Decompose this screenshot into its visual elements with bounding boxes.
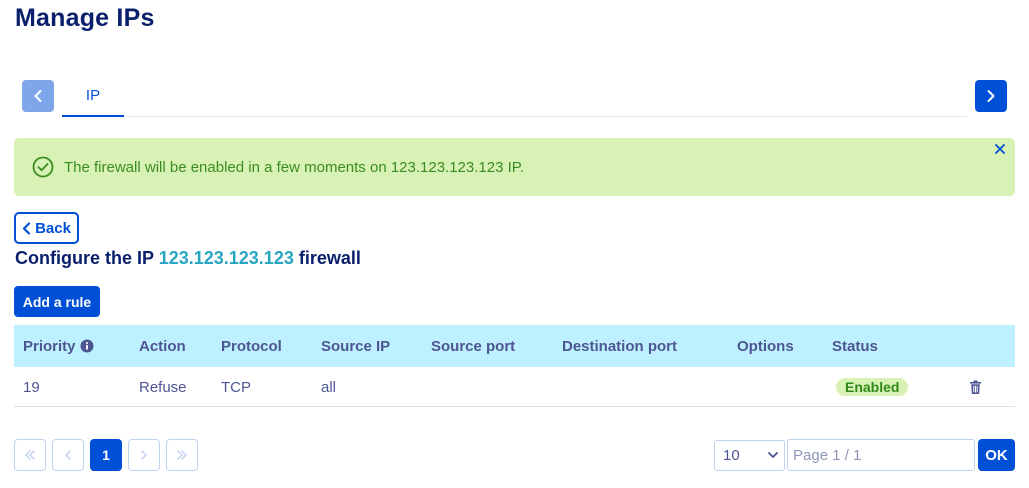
cell-action: Refuse: [139, 378, 187, 396]
section-title-suffix: firewall: [298, 248, 361, 268]
double-chevron-right-icon: [176, 449, 188, 461]
prev-page-button[interactable]: [52, 439, 84, 471]
column-source-ip[interactable]: Source IP: [321, 325, 390, 367]
section-title: Configure the IP 123.123.123.123 firewal…: [15, 248, 361, 269]
column-priority[interactable]: Priority: [23, 325, 94, 367]
chevron-right-icon: [138, 449, 150, 461]
firewall-rules-table: Priority Action Protocol Source IP Sourc…: [14, 325, 1015, 407]
column-action[interactable]: Action: [139, 325, 186, 367]
page-number-input[interactable]: Page 1 / 1: [787, 439, 975, 471]
chevron-left-icon: [33, 89, 43, 103]
page-title: Manage IPs: [15, 4, 155, 32]
trash-icon: [969, 380, 982, 395]
cell-status: Enabled: [836, 367, 909, 407]
section-title-ip: 123.123.123.123: [158, 248, 294, 268]
column-destination-port[interactable]: Destination port: [562, 325, 677, 367]
chevron-left-icon: [62, 449, 74, 461]
page-size-value: 10: [723, 447, 740, 464]
add-rule-button[interactable]: Add a rule: [14, 286, 100, 317]
column-options[interactable]: Options: [737, 325, 794, 367]
chevron-right-icon: [986, 89, 996, 103]
tab-scroll-prev-button[interactable]: [22, 80, 54, 112]
page-size-select[interactable]: 10: [714, 440, 785, 471]
info-icon[interactable]: [80, 339, 94, 353]
back-button[interactable]: Back: [14, 212, 79, 244]
cell-priority: 19: [23, 378, 40, 396]
tab-divider: [62, 116, 967, 117]
double-chevron-left-icon: [24, 449, 36, 461]
section-title-prefix: Configure the IP: [15, 248, 154, 268]
first-page-button[interactable]: [14, 439, 46, 471]
column-protocol[interactable]: Protocol: [221, 325, 282, 367]
check-circle-icon: [32, 156, 54, 178]
tab-bar: IP: [0, 80, 1029, 120]
column-priority-label: Priority: [23, 337, 76, 355]
chevron-down-icon: [768, 451, 778, 459]
success-alert: The firewall will be enabled in a few mo…: [14, 138, 1015, 196]
tab-scroll-next-button[interactable]: [975, 80, 1007, 112]
table-row: 19 Refuse TCP all Enabled: [14, 367, 1015, 407]
column-status[interactable]: Status: [832, 325, 878, 367]
tab-ip[interactable]: IP: [62, 80, 124, 117]
column-source-port[interactable]: Source port: [431, 325, 515, 367]
back-label: Back: [35, 219, 71, 237]
delete-rule-button[interactable]: [969, 367, 982, 407]
cell-protocol: TCP: [221, 378, 251, 396]
close-icon[interactable]: [993, 142, 1007, 156]
status-badge: Enabled: [836, 378, 909, 396]
last-page-button[interactable]: [166, 439, 198, 471]
next-page-button[interactable]: [128, 439, 160, 471]
chevron-left-icon: [22, 221, 35, 235]
cell-source-ip: all: [321, 378, 337, 396]
table-header: Priority Action Protocol Source IP Sourc…: [14, 325, 1015, 367]
go-to-page-button[interactable]: OK: [978, 439, 1015, 471]
alert-message: The firewall will be enabled in a few mo…: [64, 158, 525, 176]
page-button-current[interactable]: 1: [90, 439, 122, 471]
